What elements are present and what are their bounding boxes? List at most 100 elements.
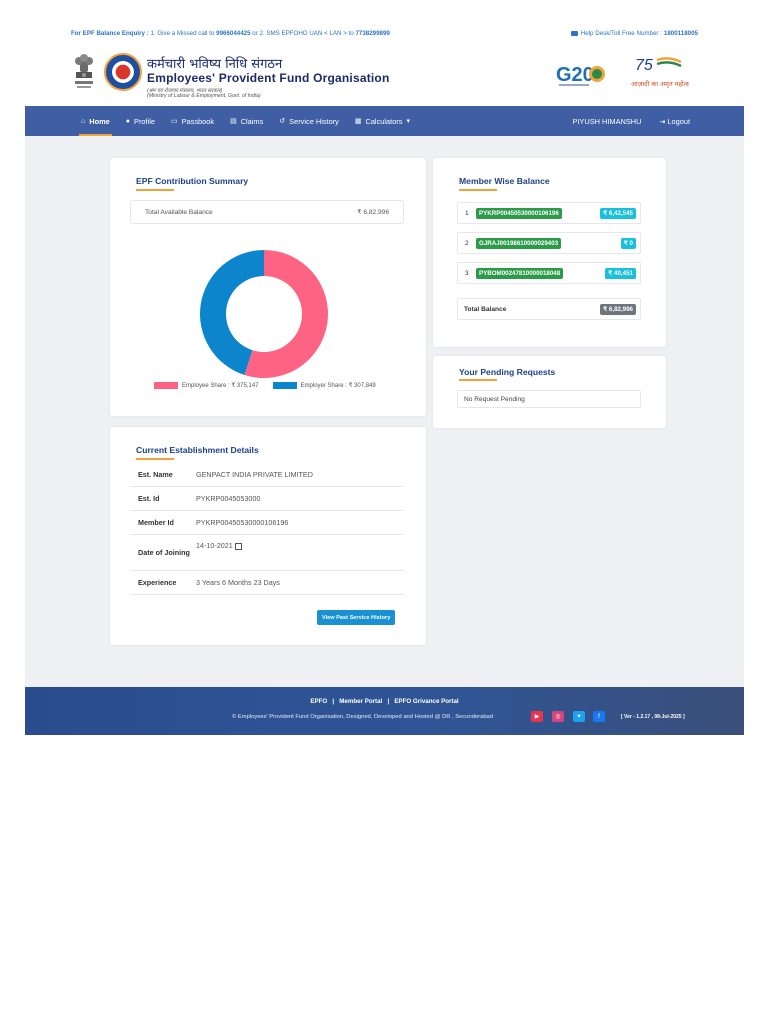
document-icon: ▤ xyxy=(230,118,237,125)
user-icon: ● xyxy=(125,117,131,125)
footer-copyright: © Employees' Provident Fund Organisation… xyxy=(232,714,493,720)
nav-claims[interactable]: ▤ Claims xyxy=(222,106,271,136)
title-underline xyxy=(136,189,174,191)
balance-badge: ₹ 6,42,545 xyxy=(600,207,636,219)
nav-passbook[interactable]: ▭ Passbook xyxy=(163,106,222,136)
employee-legend-swatch[interactable] xyxy=(154,382,178,389)
nav-home[interactable]: ⌂ Home xyxy=(73,106,118,136)
row-number: 3 xyxy=(465,269,469,277)
nav-service-history-label: Service History xyxy=(289,116,339,126)
caret-down-icon: ▾ xyxy=(406,118,410,125)
main-navbar: ⌂ Home ● Profile ▭ Passbook ▤ Claims ↺ S… xyxy=(25,106,744,136)
history-icon: ↺ xyxy=(279,118,286,125)
enquiry-text-2: or 2. SMS EPFOHO UAN < LAN > to xyxy=(250,29,356,37)
nav-profile[interactable]: ● Profile xyxy=(118,106,163,136)
home-icon: ⌂ xyxy=(81,117,86,125)
logout-label: Logout xyxy=(667,116,690,126)
row-number: 1 xyxy=(465,209,469,217)
member-balance-row: 2 GJRAJ00198610000029403 ₹ 0 xyxy=(457,232,641,254)
chart-legend: Employee Share : ₹ 375,147 Employer Shar… xyxy=(154,382,376,389)
est-name-label: Est. Name xyxy=(138,469,173,479)
member-id-badge: GJRAJ00198610000029403 xyxy=(476,237,562,249)
nav-user-area: PIYUSH HIMANSHU ⇥ Logout xyxy=(572,106,690,136)
employer-legend-swatch[interactable] xyxy=(272,382,297,389)
org-name-hindi: कर्मचारी भविष्य निधि संगठन xyxy=(147,57,283,72)
epf-summary-title: EPF Contribution Summary xyxy=(136,176,249,186)
epfo-logo xyxy=(104,53,142,91)
doj-value-text: 14-10-2021 xyxy=(196,541,233,550)
member-id-label: Member Id xyxy=(138,517,174,527)
establishment-details-card: Current Establishment Details Est. Name … xyxy=(110,427,426,645)
total-balance-label: Total Available Balance xyxy=(145,208,213,216)
footer-link-grievance-portal[interactable]: EPFO Grivance Portal xyxy=(394,698,458,705)
footer-separator: | xyxy=(332,698,335,705)
est-name-value: GENPACT INDIA PRIVATE LIMITED xyxy=(196,470,313,479)
member-id-badge: PYBOM00247810000018048 xyxy=(476,267,564,279)
pending-requests-card: Your Pending Requests No Request Pending xyxy=(433,356,666,428)
nav-calculators[interactable]: ▦ Calculators ▾ xyxy=(347,106,418,136)
pending-status: No Request Pending xyxy=(457,390,641,408)
total-balance-value: ₹ 6,82,996 xyxy=(357,209,389,216)
enquiry-text-1: 1. Give a Missed call to xyxy=(148,29,217,37)
balance-badge: ₹ 40,451 xyxy=(605,267,636,279)
est-row-experience: Experience 3 Years 6 Months 23 Days xyxy=(130,571,404,595)
total-balance-badge: ₹ 6,82,996 xyxy=(600,303,636,315)
org-name-english: Employees' Provident Fund Organisation xyxy=(147,71,390,85)
employer-legend-label[interactable]: Employer Share : ₹ 307,849 xyxy=(301,382,376,389)
footer-link-epfo[interactable]: EPFO xyxy=(310,698,327,705)
doj-label: Date of Joining xyxy=(138,547,190,557)
site-footer: EPFO | Member Portal | EPFO Grivance Por… xyxy=(25,687,744,735)
logout-icon: ⇥ xyxy=(659,118,666,126)
est-row-member-id: Member Id PYKRP00450530000106196 xyxy=(130,511,404,535)
employee-legend-label[interactable]: Employee Share : ₹ 375,147 xyxy=(182,382,259,389)
epf-enquiry-text: For EPF Balance Enquiry : 1. Give a Miss… xyxy=(71,30,390,37)
est-row-name: Est. Name GENPACT INDIA PRIVATE LIMITED xyxy=(130,463,404,487)
footer-link-member-portal[interactable]: Member Portal xyxy=(339,698,382,705)
member-id-value: PYKRP00450530000106196 xyxy=(196,518,289,527)
facebook-icon[interactable]: f xyxy=(593,711,605,722)
total-balance-row: Total Balance ₹ 6,82,996 xyxy=(457,298,641,320)
member-balance-row: 3 PYBOM00247810000018048 ₹ 40,451 xyxy=(457,262,641,284)
logout-link[interactable]: ⇥ Logout xyxy=(659,117,690,126)
helpdesk-label: Help Desk/Toll Free Number : xyxy=(580,29,662,37)
helpdesk-text: Help Desk/Toll Free Number : 1800118005 xyxy=(570,29,698,37)
mail-icon xyxy=(570,30,578,36)
member-wise-balance-card: Member Wise Balance 1 PYKRP0045053000010… xyxy=(433,158,666,347)
contribution-donut-chart xyxy=(200,250,328,378)
azadi-ka-amrit-mahotsav-logo: 75 आज़ादी का अमृत महोत्सव xyxy=(631,57,689,88)
svg-text:75: 75 xyxy=(635,57,653,74)
total-balance-label: Total Balance xyxy=(464,305,507,313)
youtube-icon[interactable]: ▶ xyxy=(531,711,543,722)
national-emblem-icon xyxy=(75,54,93,88)
pending-requests-title: Your Pending Requests xyxy=(459,367,556,377)
nav-profile-label: Profile xyxy=(134,116,155,126)
nav-claims-label: Claims xyxy=(240,116,264,126)
svg-text:G20: G20 xyxy=(556,64,594,86)
instagram-icon[interactable]: ◎ xyxy=(552,711,564,722)
member-balance-row: 1 PYKRP00450530000106196 ₹ 6,42,545 xyxy=(457,202,641,224)
ministry-english: (Ministry of Labour & Employment, Govt. … xyxy=(147,93,261,99)
view-past-service-history-button[interactable]: View Past Service History xyxy=(317,610,396,625)
nav-calculators-label: Calculators xyxy=(365,116,403,126)
sms-number: 7738299899 xyxy=(355,29,390,37)
svg-text:आज़ादी का अमृत महोत्सव: आज़ादी का अमृत महोत्सव xyxy=(631,80,689,88)
epf-contribution-summary-card: EPF Contribution Summary Total Available… xyxy=(110,158,426,416)
member-id-badge: PYKRP00450530000106196 xyxy=(476,207,562,219)
calendar-icon xyxy=(234,542,242,550)
est-id-label: Est. Id xyxy=(138,493,160,503)
title-underline xyxy=(459,189,497,191)
user-name[interactable]: PIYUSH HIMANSHU xyxy=(572,117,641,126)
est-id-value: PYKRP0045053000 xyxy=(196,494,261,503)
experience-value: 3 Years 6 Months 23 Days xyxy=(196,578,280,587)
calculator-icon: ▦ xyxy=(354,118,362,125)
row-number: 2 xyxy=(465,239,469,247)
twitter-icon[interactable]: ✦ xyxy=(573,711,585,722)
passbook-icon: ▭ xyxy=(170,118,178,125)
balance-badge: ₹ 0 xyxy=(620,237,636,249)
nav-service-history[interactable]: ↺ Service History xyxy=(271,106,347,136)
establishment-title: Current Establishment Details xyxy=(136,445,259,455)
footer-separator: | xyxy=(387,698,390,705)
version-text: [ Ver - 1.2.17 , 08-Jul-2025 ] xyxy=(621,714,685,720)
total-balance-box: Total Available Balance ₹ 6,82,996 xyxy=(130,200,404,224)
missed-call-number: 9966044425 xyxy=(216,29,251,37)
